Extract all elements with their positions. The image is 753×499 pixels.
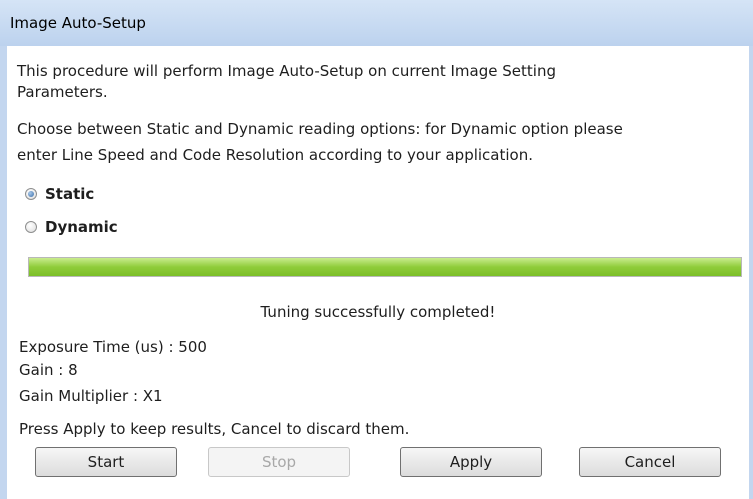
description-line-2: Parameters. [17,83,108,101]
gain-result: Gain : 8 [19,361,78,379]
dynamic-label: Dynamic [45,218,118,236]
title-bar[interactable]: Image Auto-Setup [0,0,753,47]
radio-selected-dot [28,191,34,197]
start-button[interactable]: Start [35,447,177,477]
dynamic-option[interactable]: Dynamic [25,218,118,236]
description-line-3: Choose between Static and Dynamic readin… [17,120,623,138]
exposure-time-result: Exposure Time (us) : 500 [19,338,207,356]
progress-fill [29,258,741,276]
static-label: Static [45,185,95,203]
gain-multiplier-result: Gain Multiplier : X1 [19,387,163,405]
tuning-status: Tuning successfully completed! [260,303,496,321]
tuning-progress-bar [28,257,742,277]
static-radio[interactable] [25,188,37,200]
description-line-4: enter Line Speed and Code Resolution acc… [17,146,533,164]
static-option[interactable]: Static [25,185,94,203]
window-frame-left [0,46,7,499]
instruction-text: Press Apply to keep results, Cancel to d… [19,420,410,438]
stop-button: Stop [208,447,350,477]
window-frame-right [749,46,753,499]
window-title: Image Auto-Setup [10,14,146,32]
apply-button[interactable]: Apply [400,447,542,477]
cancel-button[interactable]: Cancel [579,447,721,477]
description-line-1: This procedure will perform Image Auto-S… [17,62,556,80]
dialog-content: This procedure will perform Image Auto-S… [7,46,749,499]
dynamic-radio[interactable] [25,221,37,233]
image-auto-setup-dialog: Image Auto-Setup This procedure will per… [0,0,753,499]
